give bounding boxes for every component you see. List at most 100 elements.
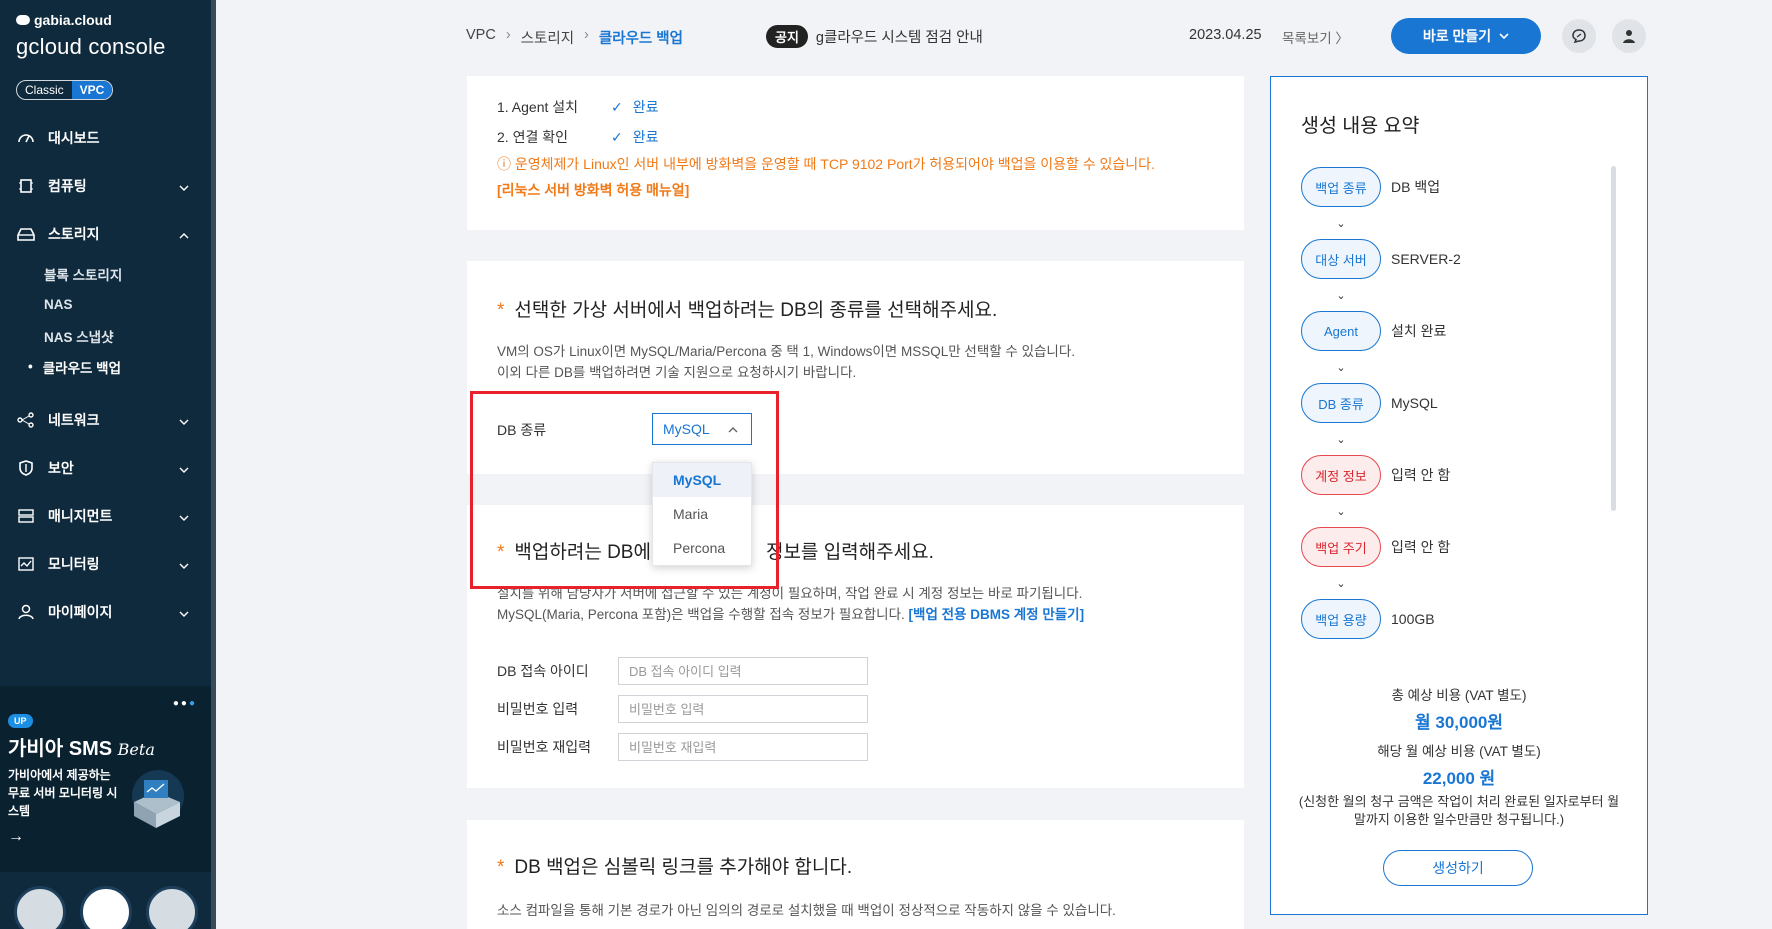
nav-monitoring[interactable]: 모니터링 xyxy=(0,540,211,588)
gauge-icon xyxy=(16,128,36,148)
agent-steps-card: 1. Agent 설치 ✓ 완료 2. 연결 확인 ✓ 완료 ⓘ 운영체제가 L… xyxy=(467,76,1244,230)
chevron-down-icon xyxy=(179,414,189,430)
user-icon xyxy=(16,602,36,622)
sidebar: gabia.cloud gcloud console Classic VPC 대… xyxy=(0,0,216,929)
quick-create-button[interactable]: 바로 만들기 xyxy=(1391,18,1541,54)
password-confirm-input[interactable] xyxy=(618,733,868,761)
billing-note: (신청한 월의 청구 금액은 작업이 처리 완료된 일자로부터 월말까지 이용한… xyxy=(1298,794,1620,827)
chevron-down-icon xyxy=(179,558,189,574)
symlink-description: 소스 컴파일을 통해 기본 경로가 아닌 임의의 경로로 설치했을 때 백업이 … xyxy=(497,903,1116,918)
nav-security[interactable]: 보안 xyxy=(0,444,211,492)
monitor-graph-icon xyxy=(16,554,36,574)
mode-vpc[interactable]: VPC xyxy=(71,81,113,99)
nav-management[interactable]: 매니지먼트 xyxy=(0,492,211,540)
summary-pill[interactable]: 백업 종류 xyxy=(1301,167,1381,207)
db-type-selected: MySQL xyxy=(663,421,710,437)
summary-pill[interactable]: 백업 용량 xyxy=(1301,599,1381,639)
summary-title: 생성 내용 요약 xyxy=(1301,115,1420,137)
sidebar-item-cloud-backup[interactable]: 클라우드 백업 xyxy=(43,351,211,382)
nav-network[interactable]: 네트워크 xyxy=(0,396,211,444)
sidebar-item-block-storage[interactable]: 블록 스토리지 xyxy=(44,258,211,289)
sms-promo-banner[interactable]: ●●● UP 가비아 SMS Beta 가비아에서 제공하는 무료 서버 모니터… xyxy=(0,686,211,872)
breadcrumb-storage[interactable]: 스토리지 xyxy=(521,27,574,48)
chevron-down-icon xyxy=(179,462,189,478)
nav-compute[interactable]: 컴퓨팅 xyxy=(0,162,211,210)
summary-pill[interactable]: 대상 서버 xyxy=(1301,239,1381,279)
carousel-dots[interactable]: ●●● xyxy=(173,698,197,709)
summary-row-backup-type: 백업 종류 DB 백업 xyxy=(1301,167,1621,207)
db-id-row: DB 접속 아이디 xyxy=(497,652,868,690)
dbms-account-link[interactable]: [백업 전용 DBMS 계정 만들기] xyxy=(909,607,1085,622)
summary-pill[interactable]: Agent xyxy=(1301,311,1381,351)
breadcrumb-vpc[interactable]: VPC xyxy=(466,27,496,48)
breadcrumb: VPC › 스토리지 › 클라우드 백업 xyxy=(466,27,683,48)
db-option-percona[interactable]: Percona xyxy=(653,531,751,565)
chat-button[interactable] xyxy=(1562,19,1596,53)
chevron-up-icon xyxy=(727,423,739,439)
password-input[interactable] xyxy=(618,695,868,723)
nav-label: 네트워크 xyxy=(48,412,100,428)
sidebar-scrollbar[interactable] xyxy=(211,0,216,929)
password-row: 비밀번호 입력 xyxy=(497,690,868,728)
chevron-down-icon xyxy=(179,180,189,196)
profile-button[interactable] xyxy=(1612,19,1646,53)
drive-icon xyxy=(16,224,36,244)
summary-row-target-server: 대상 서버 SERVER-2 xyxy=(1301,239,1621,279)
console-title[interactable]: gcloud console xyxy=(16,34,166,60)
notice-list-link[interactable]: 목록보기 〉 xyxy=(1282,27,1349,47)
side-nav: 대시보드 컴퓨팅 스토리지 블록 스토리지 NAS NAS 스냅샷 클라우드 백… xyxy=(0,114,211,636)
db-option-mysql[interactable]: MySQL xyxy=(653,463,751,497)
chat-icon xyxy=(1572,29,1586,44)
chevron-down-icon: ⌄ xyxy=(1336,361,1346,374)
account-card: * 백업하려는 DB에 정보를 입력해주세요. 설치를 위해 담당자가 서버에 접근… xyxy=(467,505,1244,788)
csap-badge xyxy=(146,886,198,929)
symlink-card: * DB 백업은 심볼릭 링크를 추가해야 합니다. 소스 컴파일을 통해 기본 … xyxy=(467,820,1244,929)
sidebar-item-nas[interactable]: NAS xyxy=(44,289,211,320)
breadcrumb-sep: › xyxy=(505,27,511,43)
summary-pill[interactable]: 계정 정보 xyxy=(1301,455,1381,495)
summary-row-account: 계정 정보 입력 안 함 xyxy=(1301,455,1621,495)
quick-create-label: 바로 만들기 xyxy=(1422,28,1492,44)
step-label: 2. 연결 확인 xyxy=(497,129,568,145)
month-cost: 해당 월 예상 비용 (VAT 별도) 22,000 원 (신청한 월의 청구 … xyxy=(1270,740,1648,829)
chevron-down-icon: ⌄ xyxy=(1336,433,1346,446)
password-label: 비밀번호 입력 xyxy=(497,701,579,717)
summary-pill[interactable]: 백업 주기 xyxy=(1301,527,1381,567)
mode-toggle[interactable]: Classic VPC xyxy=(16,80,114,100)
create-submit-button[interactable]: 생성하기 xyxy=(1383,850,1533,886)
db-option-maria[interactable]: Maria xyxy=(653,497,751,531)
account-description: 설치를 위해 담당자가 서버에 접근할 수 있는 계정이 필요하며, 작업 완료… xyxy=(497,586,1085,622)
db-type-card: * 선택한 가상 서버에서 백업하려는 DB의 종류를 선택해주세요. VM의 O… xyxy=(467,261,1244,474)
chevron-down-icon: ⌄ xyxy=(1336,217,1346,230)
top-bar: VPC › 스토리지 › 클라우드 백업 공지 g클라우드 시스템 점검 안내 … xyxy=(216,0,1772,72)
gabia-logo[interactable]: gabia.cloud xyxy=(16,12,112,28)
arrow-right-icon[interactable]: → xyxy=(8,828,24,846)
nav-storage[interactable]: 스토리지 xyxy=(0,210,211,258)
mode-classic[interactable]: Classic xyxy=(17,81,72,99)
promo-description: 가비아에서 제공하는 무료 서버 모니터링 시스템 xyxy=(8,768,118,818)
summary-value: SERVER-2 xyxy=(1391,251,1461,267)
summary-value: MySQL xyxy=(1391,395,1438,411)
db-type-question: * 선택한 가상 서버에서 백업하려는 DB의 종류를 선택해주세요. xyxy=(497,300,998,321)
db-id-input[interactable] xyxy=(618,657,868,685)
nav-dashboard[interactable]: 대시보드 xyxy=(0,114,211,162)
server-icon xyxy=(16,506,36,526)
firewall-warning: ⓘ 운영체제가 Linux인 서버 내부에 방화벽을 운영할 때 TCP 910… xyxy=(497,156,1155,172)
total-cost: 총 예상 비용 (VAT 별도) 월 30,000원 xyxy=(1270,684,1648,733)
total-cost-value: 월 30,000원 xyxy=(1415,713,1503,732)
db-type-select[interactable]: MySQL xyxy=(652,413,752,445)
summary-scrollbar[interactable] xyxy=(1611,166,1616,511)
nav-mypage[interactable]: 마이페이지 xyxy=(0,588,211,636)
storage-submenu: 블록 스토리지 NAS NAS 스냅샷 클라우드 백업 xyxy=(0,258,211,382)
notice-text[interactable]: g클라우드 시스템 점검 안내 xyxy=(816,26,983,47)
chevron-down-icon xyxy=(179,606,189,622)
summary-pill[interactable]: DB 종류 xyxy=(1301,383,1381,423)
firewall-manual-link[interactable]: [리눅스 서버 방화벽 허용 매뉴얼] xyxy=(497,180,1155,200)
chevron-down-icon: ⌄ xyxy=(1336,289,1346,302)
notice[interactable]: 공지 g클라우드 시스템 점검 안내 xyxy=(766,25,983,48)
promo-title: 가비아 SMS Beta xyxy=(8,738,155,760)
shield-icon xyxy=(16,458,36,478)
chevron-down-icon xyxy=(1499,33,1509,40)
sidebar-item-nas-snapshot[interactable]: NAS 스냅샷 xyxy=(44,320,211,351)
check-icon: ✓ xyxy=(611,128,623,145)
